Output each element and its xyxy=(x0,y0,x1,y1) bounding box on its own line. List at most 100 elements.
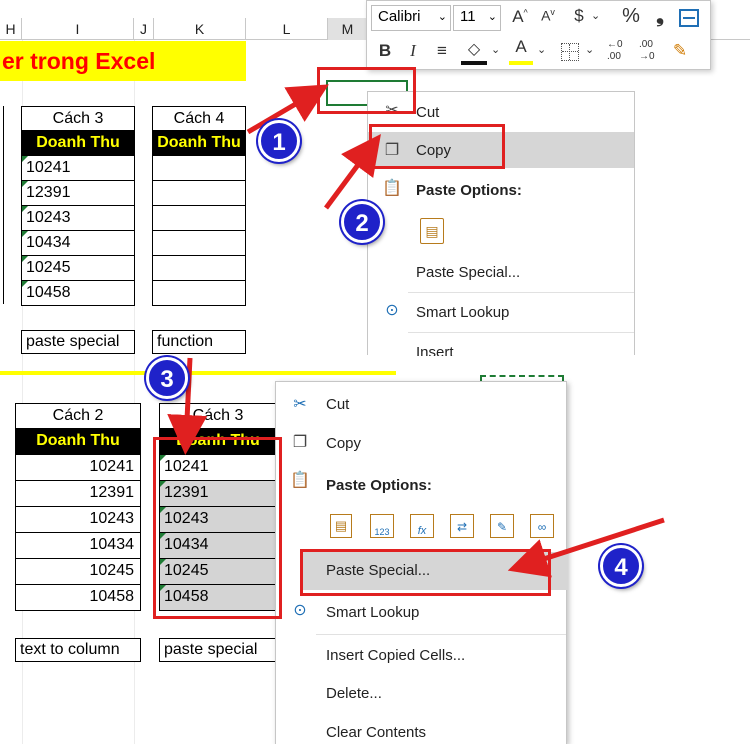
menu-smart-lookup[interactable]: Smart Lookup xyxy=(326,604,419,621)
label-text-to-column: text to column xyxy=(15,638,141,662)
smart-lookup-icon: ⊙ xyxy=(385,302,399,319)
step-badge-2: 2 xyxy=(341,201,383,243)
chevron-down-icon[interactable]: ⌄ xyxy=(585,43,594,56)
font-size-box[interactable]: 11 ⌄ xyxy=(453,5,501,31)
table-cell[interactable]: 10243 xyxy=(21,206,135,231)
top-cach3-header: Cách 3 xyxy=(21,106,135,131)
bold-button[interactable]: B xyxy=(375,41,395,65)
percent-button[interactable]: % xyxy=(619,5,643,29)
scissors-icon: ✂ xyxy=(293,396,307,413)
menu-clear-contents[interactable]: Clear Contents xyxy=(326,724,426,741)
sheet-title: er trong Excel xyxy=(0,41,246,81)
paste-formulas-icon[interactable]: fx xyxy=(410,514,434,538)
highlight-target-cell xyxy=(317,67,416,114)
menu-separator xyxy=(316,634,566,635)
menu-delete[interactable]: Delete... xyxy=(326,685,382,702)
label-paste-special-top: paste special xyxy=(21,330,135,354)
mini-toolbar: Calibri ⌄ 11 ⌄ A^ Av $ ⌄ % ❟ B I ≡ ◇ ⌄ A ⌄… xyxy=(366,0,711,70)
wrap-text-icon[interactable] xyxy=(679,9,699,27)
italic-button[interactable]: I xyxy=(403,41,423,65)
table-cell[interactable] xyxy=(152,156,246,181)
fill-color-swatch xyxy=(461,61,487,65)
bottom-cach2-header: Cách 2 xyxy=(15,403,141,429)
menu-cut[interactable]: Cut xyxy=(416,104,439,121)
shrink-font-button[interactable]: Av xyxy=(535,7,561,31)
borders-icon[interactable] xyxy=(561,43,579,61)
paste-link-icon[interactable]: ∞ xyxy=(530,514,554,538)
increase-decimal-top: ←0 xyxy=(607,39,623,50)
column-header-k[interactable]: K xyxy=(154,18,246,40)
table-cell[interactable]: 10241 xyxy=(15,455,141,481)
menu-insert-copied-cells[interactable]: Insert Copied Cells... xyxy=(326,647,465,664)
comma-style-button[interactable]: ❟ xyxy=(651,5,669,29)
table-cell[interactable]: 10243 xyxy=(15,507,141,533)
menu-cut[interactable]: Cut xyxy=(326,396,349,413)
table-cell[interactable]: 10434 xyxy=(15,533,141,559)
decrease-decimal-button[interactable]: .00 →0 xyxy=(639,39,665,67)
table-cell[interactable]: 10245 xyxy=(15,559,141,585)
arrow-2 xyxy=(323,133,381,210)
menu-paste-options: Paste Options: xyxy=(326,477,432,494)
align-center-icon[interactable]: ≡ xyxy=(431,41,453,65)
paste-transpose-icon[interactable]: ⇄ xyxy=(450,514,474,538)
clipboard-icon: 📋 xyxy=(382,180,402,197)
paste-icon[interactable]: ▤ xyxy=(420,218,444,244)
up-arrow-icon: ^ xyxy=(523,7,528,18)
font-name-box[interactable]: Calibri ⌄ xyxy=(371,5,451,31)
bottom-cach3-header: Cách 3 xyxy=(159,403,277,429)
paste-formatting-icon[interactable]: ✎ xyxy=(490,514,514,538)
column-header-l[interactable]: L xyxy=(246,18,328,40)
table-cell[interactable]: 10241 xyxy=(21,156,135,181)
font-color-swatch xyxy=(509,61,533,65)
currency-button[interactable]: $ xyxy=(569,6,589,30)
menu-insert[interactable]: Insert xyxy=(416,344,454,356)
step-badge-1: 1 xyxy=(258,120,300,162)
column-header-h[interactable]: H xyxy=(0,18,22,40)
table-cell[interactable]: 10458 xyxy=(21,281,135,306)
increase-decimal-bottom: .00 xyxy=(607,51,621,62)
clipboard-icon: 📋 xyxy=(290,472,310,489)
grow-font-button[interactable]: A^ xyxy=(507,7,533,31)
copy-icon: ❐ xyxy=(292,434,308,451)
top-cach4-header: Cách 4 xyxy=(152,106,246,131)
menu-paste-special[interactable]: Paste Special... xyxy=(416,264,520,281)
font-color-button[interactable]: A xyxy=(511,37,531,61)
column-header-j[interactable]: J xyxy=(134,18,154,40)
step-badge-4: 4 xyxy=(600,545,642,587)
table-cell[interactable] xyxy=(152,281,246,306)
left-edge-rows xyxy=(0,106,4,304)
chevron-down-icon[interactable]: ⌄ xyxy=(537,43,546,56)
chevron-down-icon: ⌄ xyxy=(487,11,497,23)
table-cell[interactable]: 10245 xyxy=(21,256,135,281)
table-cell[interactable] xyxy=(152,181,246,206)
paste-icon[interactable]: ▤ xyxy=(330,514,352,538)
menu-separator xyxy=(408,332,634,333)
table-cell[interactable]: 10434 xyxy=(21,231,135,256)
table-cell[interactable]: 12391 xyxy=(21,181,135,206)
fill-color-icon[interactable]: ◇ xyxy=(463,39,485,61)
paste-values-icon[interactable]: 123 xyxy=(370,514,394,538)
chevron-down-icon[interactable]: ⌄ xyxy=(491,43,500,56)
top-cach3-doanhthu: Doanh Thu xyxy=(21,131,135,156)
highlight-paste-special xyxy=(300,549,551,596)
format-painter-icon[interactable]: ✎ xyxy=(669,41,691,65)
column-header-m[interactable]: M xyxy=(328,18,368,40)
yellow-divider xyxy=(0,371,396,375)
highlight-source-cells xyxy=(153,437,282,619)
menu-smart-lookup[interactable]: Smart Lookup xyxy=(416,304,509,321)
label-function: function xyxy=(152,330,246,354)
table-cell[interactable]: 10458 xyxy=(15,585,141,611)
table-cell[interactable]: 12391 xyxy=(15,481,141,507)
menu-copy[interactable]: Copy xyxy=(326,435,361,452)
smart-lookup-icon: ⊙ xyxy=(293,602,307,619)
highlight-copy xyxy=(369,124,505,169)
column-header-i[interactable]: I xyxy=(22,18,134,40)
menu-paste-options: Paste Options: xyxy=(416,182,522,199)
table-cell[interactable] xyxy=(152,256,246,281)
increase-decimal-button[interactable]: ←0 .00 xyxy=(607,39,633,67)
table-cell[interactable] xyxy=(152,231,246,256)
decrease-decimal-top: .00 xyxy=(639,39,653,50)
chevron-down-icon[interactable]: ⌄ xyxy=(591,9,600,22)
chevron-down-icon: ⌄ xyxy=(437,11,447,23)
table-cell[interactable] xyxy=(152,206,246,231)
